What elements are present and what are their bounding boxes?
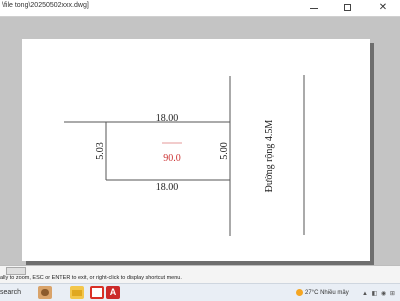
autocad-icon[interactable]: A bbox=[106, 286, 120, 299]
window-titlebar: \file tong\20250502xxx.dwg] ✕ bbox=[0, 0, 400, 17]
system-tray-icons[interactable]: ▲ ◧ ◉ ⊞ bbox=[362, 290, 396, 297]
area-label: 90.0 bbox=[163, 153, 181, 164]
folder-icon[interactable] bbox=[70, 286, 84, 299]
command-prompt: ally to zoom, ESC or ENTER to exit, or r… bbox=[0, 275, 182, 281]
layout-tab[interactable] bbox=[6, 267, 26, 275]
browser-icon[interactable] bbox=[90, 286, 104, 299]
close-button[interactable]: ✕ bbox=[368, 1, 398, 15]
right-height-dimension: 5.00 bbox=[219, 142, 230, 160]
sun-icon bbox=[296, 288, 303, 296]
taskbar: search A 27°C Nhiều mây ▲ ◧ ◉ ⊞ bbox=[0, 283, 400, 301]
top-width-dimension: 18.00 bbox=[156, 113, 179, 124]
command-line-panel[interactable]: ally to zoom, ESC or ENTER to exit, or r… bbox=[0, 265, 400, 284]
left-height-dimension: 5.03 bbox=[95, 142, 106, 160]
taskbar-search[interactable]: search bbox=[0, 287, 30, 299]
drawing-canvas[interactable]: 18.00 18.00 5.03 5.00 90.0 Đường rộng 4.… bbox=[22, 39, 370, 261]
minimize-button[interactable] bbox=[302, 2, 326, 14]
paper-sheet[interactable]: 18.00 18.00 5.03 5.00 90.0 Đường rộng 4.… bbox=[22, 39, 370, 261]
weather-text: 27°C Nhiều mây bbox=[305, 290, 349, 296]
weather-widget[interactable]: 27°C Nhiều mây bbox=[296, 287, 356, 299]
maximize-button[interactable] bbox=[336, 2, 360, 14]
dog-app-icon[interactable] bbox=[38, 286, 52, 299]
bottom-width-dimension: 18.00 bbox=[156, 182, 179, 193]
window-title: \file tong\20250502xxx.dwg] bbox=[2, 2, 89, 9]
road-label: Đường rộng 4.5M bbox=[264, 120, 275, 193]
